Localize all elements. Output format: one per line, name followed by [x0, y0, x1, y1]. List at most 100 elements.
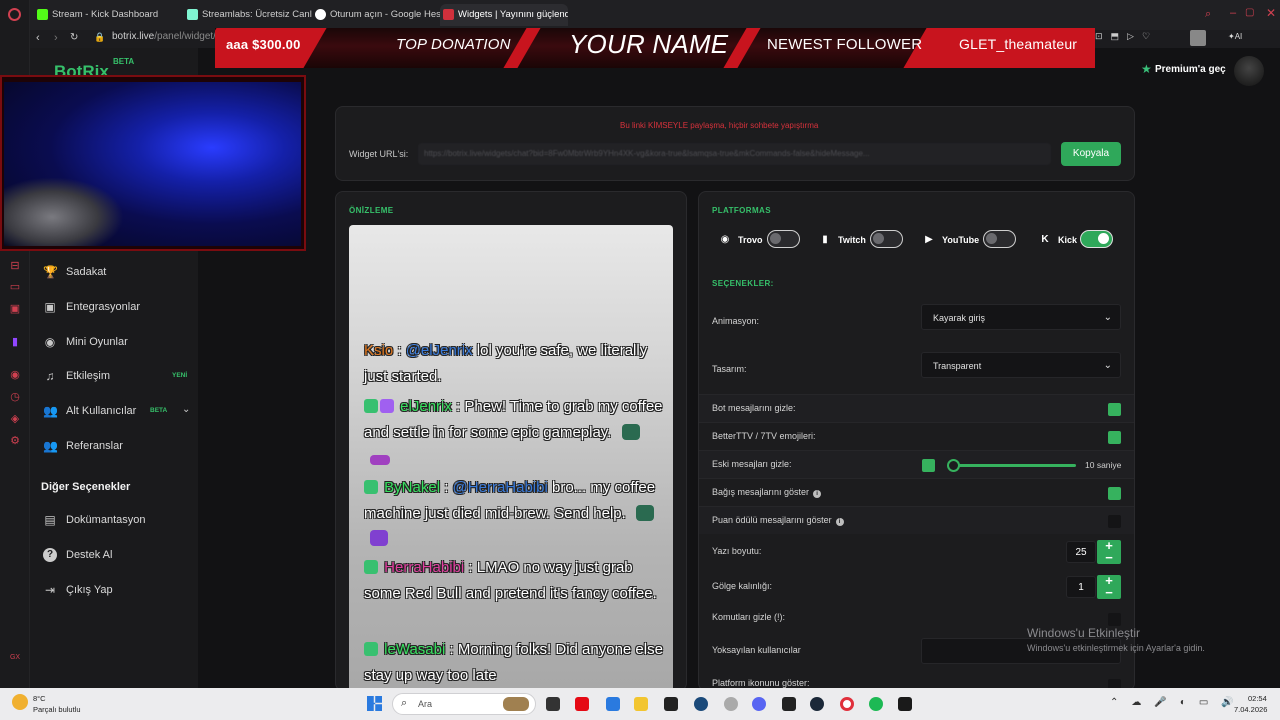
- discord-icon[interactable]: [752, 697, 766, 711]
- chat-icon[interactable]: ▭: [8, 280, 22, 294]
- streamlabs-favicon-icon: [187, 9, 198, 20]
- user-avatar[interactable]: [1234, 56, 1264, 86]
- ai-icon[interactable]: ✦AI: [1228, 32, 1242, 41]
- emote-icon: [635, 504, 654, 521]
- hide-commands-checkbox[interactable]: [1108, 613, 1121, 626]
- task-view-icon[interactable]: [546, 697, 560, 711]
- bag-icon[interactable]: ⊟: [8, 259, 22, 273]
- extensions-icon[interactable]: ◈: [8, 412, 22, 426]
- hide-old-slider-handle[interactable]: [947, 459, 960, 472]
- close-window-icon[interactable]: ✕: [1266, 6, 1276, 20]
- steam-client-icon[interactable]: [810, 697, 824, 711]
- logout-icon: ⇥: [44, 583, 56, 597]
- twitch-toggle[interactable]: [870, 230, 903, 248]
- tab-streamlabs[interactable]: Streamlabs: Ücretsiz Canl: [184, 4, 316, 26]
- sidebar-item-etkilesim[interactable]: ♫ Etkileşim YENİ: [40, 366, 190, 388]
- botrix-favicon-icon: [443, 9, 454, 20]
- store-icon[interactable]: [606, 697, 620, 711]
- spotify-icon[interactable]: [869, 697, 883, 711]
- animation-value: Kayarak giriş: [933, 313, 986, 323]
- reload-icon[interactable]: ↻: [70, 32, 78, 43]
- hide-old-checkbox[interactable]: [922, 459, 935, 472]
- animation-select[interactable]: Kayarak giriş ⌄: [921, 304, 1121, 330]
- font-size-input[interactable]: 25: [1066, 541, 1096, 563]
- sidebar-item-label: Destek Al: [66, 549, 113, 561]
- platform-label: Twitch: [838, 235, 866, 245]
- minus-icon[interactable]: −: [1097, 551, 1121, 564]
- obs-icon[interactable]: [898, 697, 912, 711]
- weather-icon[interactable]: [12, 694, 28, 710]
- widget-url-field[interactable]: https://botrix.live/widgets/chat?bid=8Fw…: [418, 143, 1051, 165]
- minus-icon[interactable]: −: [1097, 586, 1121, 599]
- info-icon[interactable]: i: [835, 518, 844, 526]
- premium-link[interactable]: Premium'a geç: [1155, 64, 1226, 75]
- player-icon[interactable]: ◉: [8, 368, 22, 382]
- profile-avatar-icon[interactable]: [1190, 30, 1206, 46]
- follower-name: GLET_theamateur: [959, 36, 1078, 52]
- show-points-checkbox[interactable]: [1108, 515, 1121, 528]
- chat-username: HerraHabibi: [384, 559, 465, 576]
- verified-badge-icon: [364, 642, 378, 656]
- gx-icon[interactable]: GX: [8, 651, 22, 665]
- emote-icon: [621, 423, 640, 440]
- emotes-checkbox[interactable]: [1108, 431, 1121, 444]
- kick-toggle[interactable]: [1080, 230, 1113, 248]
- tab-google-signin[interactable]: Oturum açın - Google Hes: [312, 4, 440, 26]
- shadow-input[interactable]: 1: [1066, 576, 1096, 598]
- chat-message: leWasabi : Morning folks! Did anyone els…: [364, 637, 664, 688]
- chat-message: ByNakel : @HerraHabibi bro... my coffee …: [364, 475, 664, 552]
- back-icon[interactable]: ‹: [36, 32, 40, 44]
- tab-widgets[interactable]: Widgets | Yayınını güçlend: [440, 4, 568, 26]
- netflix-icon[interactable]: [575, 697, 589, 711]
- sidebar-item-sadakat[interactable]: 🏆 Sadakat: [40, 262, 190, 284]
- search-tabs-icon[interactable]: ⌕: [1205, 8, 1211, 21]
- new-badge: YENİ: [172, 372, 188, 379]
- epic-games-icon[interactable]: [664, 697, 678, 711]
- file-explorer-icon[interactable]: [634, 697, 648, 711]
- youtube-toggle[interactable]: [983, 230, 1016, 248]
- maximize-icon[interactable]: ▢: [1245, 7, 1254, 18]
- sidebar-item-cikis-yap[interactable]: ⇥ Çıkış Yap: [40, 580, 190, 602]
- stream-overlay-banner: aaa $300.00 TOP DONATION YOUR NAME NEWES…: [215, 28, 1095, 68]
- minimize-icon[interactable]: –: [1230, 7, 1236, 19]
- messenger-icon[interactable]: ▣: [8, 302, 22, 316]
- opera-gx-icon[interactable]: [840, 697, 854, 711]
- sidebar-item-label: Sadakat: [66, 266, 107, 278]
- weather-description: Parçalı bulutlu: [33, 705, 81, 714]
- music-icon: ♫: [45, 369, 55, 383]
- hide-bots-checkbox[interactable]: [1108, 403, 1121, 416]
- hide-commands-label: Komutları gizle (!):: [712, 612, 786, 622]
- chat-message: Ksio : @elJenrix lol you're safe, we lit…: [364, 338, 664, 389]
- chevron-down-icon: ⌄: [1103, 312, 1112, 323]
- terminal-icon[interactable]: [782, 697, 796, 711]
- tab-kick-dashboard[interactable]: Stream - Kick Dashboard: [34, 4, 182, 26]
- chevron-down-icon[interactable]: ⌄: [182, 404, 190, 415]
- taskbar-search[interactable]: ⌕ Ara: [392, 693, 536, 715]
- sidebar-item-dokumantasyon[interactable]: ▤ Dokümantasyon: [40, 510, 190, 532]
- sidebar-item-entegrasyonlar[interactable]: ▣ Entegrasyonlar: [40, 297, 190, 319]
- history-icon[interactable]: ◷: [8, 390, 22, 404]
- steam-icon[interactable]: [694, 697, 708, 711]
- trovo-toggle[interactable]: [767, 230, 800, 248]
- opera-logo-icon[interactable]: [8, 8, 21, 21]
- shadow-stepper[interactable]: + −: [1097, 574, 1121, 599]
- forward-icon[interactable]: ›: [54, 32, 58, 44]
- sidebar-item-referanslar[interactable]: 👥 Referanslar: [40, 436, 190, 458]
- show-donations-checkbox[interactable]: [1108, 487, 1121, 500]
- sidebar-item-label: Dokümantasyon: [66, 514, 146, 526]
- twitch-icon[interactable]: ▮: [8, 335, 22, 349]
- platform-icon-label: Platform ikonunu göster:: [712, 678, 810, 688]
- system-tray-icons[interactable]: ⌃☁🎤◐▭🔊: [1110, 697, 1247, 708]
- font-size-stepper[interactable]: + −: [1097, 539, 1121, 564]
- copy-button[interactable]: Kopyala: [1061, 142, 1121, 166]
- hide-old-slider-track[interactable]: [950, 464, 1076, 467]
- xbox-icon[interactable]: [724, 697, 738, 711]
- sidebar-item-alt-kullanicilar[interactable]: 👥 Alt Kullanıcılar BETA ⌄: [40, 401, 190, 423]
- settings-icon[interactable]: ⚙: [8, 434, 22, 448]
- info-icon[interactable]: i: [813, 490, 822, 498]
- sidebar-item-mini-oyunlar[interactable]: ◉ Mini Oyunlar: [40, 332, 190, 354]
- integrations-icon: ▣: [44, 300, 56, 314]
- sidebar-item-destek-al[interactable]: ? Destek Al: [40, 545, 190, 567]
- design-select[interactable]: Transparent ⌄: [921, 352, 1121, 378]
- webcam-feed: [4, 82, 301, 246]
